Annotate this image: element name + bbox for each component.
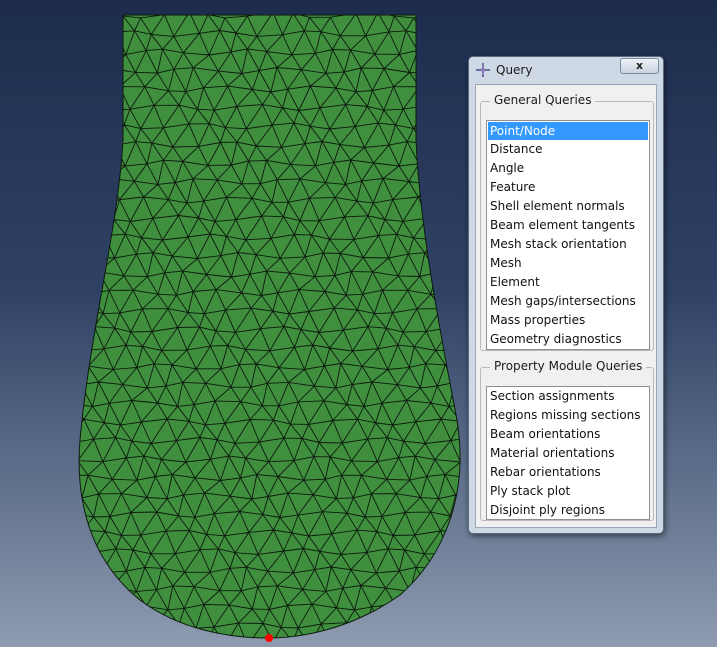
general-query-list-item[interactable]: Point/Node xyxy=(488,122,648,140)
dialog-titlebar[interactable]: Query x xyxy=(469,57,663,83)
close-icon: x xyxy=(635,59,644,72)
general-query-list-item[interactable]: Feature xyxy=(487,178,649,197)
general-query-list-item[interactable]: Element xyxy=(487,273,649,292)
general-query-list-item[interactable]: Mesh stack orientation xyxy=(487,235,649,254)
property-queries-list[interactable]: Section assignments Regions missing secti… xyxy=(486,386,650,520)
general-queries-group: General Queries Point/Node Distance Angle F… xyxy=(480,93,654,351)
general-query-list-item[interactable]: Mesh xyxy=(487,254,649,273)
property-query-list-item[interactable]: Beam orientations xyxy=(487,425,649,444)
dialog-title: Query xyxy=(496,63,533,77)
general-query-list-item[interactable]: Geometry diagnostics xyxy=(487,330,649,349)
property-query-list-item[interactable]: Section assignments xyxy=(487,387,649,406)
general-query-list-item[interactable]: Mass properties xyxy=(487,311,649,330)
general-query-list-item[interactable]: Shell element normals xyxy=(487,197,649,216)
crosshair-icon xyxy=(476,63,490,77)
general-query-list-item[interactable]: Angle xyxy=(487,159,649,178)
property-queries-group: Property Module Queries Section assignme… xyxy=(480,359,654,521)
picked-node-marker[interactable] xyxy=(265,634,273,642)
dialog-body: General Queries Point/Node Distance Angle F… xyxy=(475,84,657,528)
general-query-list-item[interactable]: Mesh gaps/intersections xyxy=(487,292,649,311)
property-query-list-item[interactable]: Rebar orientations xyxy=(487,463,649,482)
property-query-list-item[interactable]: Regions missing sections xyxy=(487,406,649,425)
property-queries-title: Property Module Queries xyxy=(490,359,647,373)
property-query-list-item[interactable]: Material orientations xyxy=(487,444,649,463)
close-button[interactable]: x xyxy=(620,58,659,74)
general-query-list-item[interactable]: Distance xyxy=(487,140,649,159)
general-queries-list[interactable]: Point/Node Distance Angle Feature Shell elem… xyxy=(486,120,650,350)
general-queries-title: General Queries xyxy=(490,93,596,107)
property-query-list-item[interactable]: Ply stack plot xyxy=(487,482,649,501)
query-dialog[interactable]: Query x General Queries Point/Node Distan… xyxy=(468,56,664,534)
general-query-list-item[interactable]: Beam element tangents xyxy=(487,216,649,235)
property-query-list-item[interactable]: Disjoint ply regions xyxy=(487,501,649,520)
